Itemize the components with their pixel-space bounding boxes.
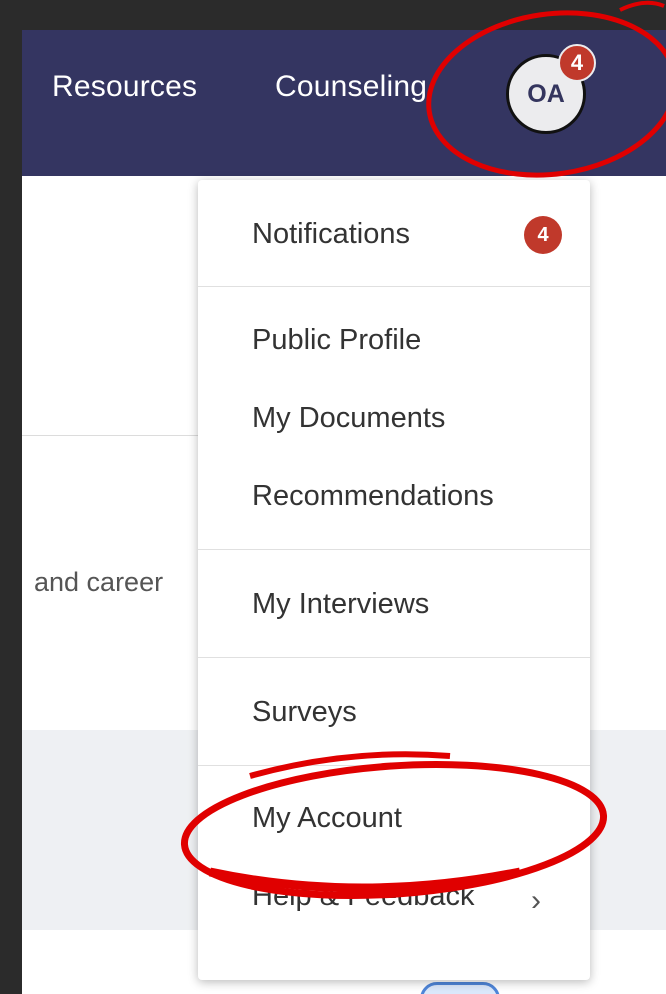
notifications-count-badge: 4: [524, 216, 562, 254]
menu-divider: [198, 765, 590, 766]
menu-divider: [198, 286, 590, 287]
avatar-initials: OA: [527, 79, 565, 108]
menu-item-recommendations[interactable]: Recommendations: [252, 480, 494, 513]
app-frame: Resources Counseling OA 4 and career Not…: [22, 30, 666, 994]
nav-link-counseling[interactable]: Counseling: [275, 70, 427, 104]
background-content-text: and career: [34, 567, 164, 597]
notification-count-badge: 4: [558, 44, 596, 82]
menu-divider: [198, 657, 590, 658]
account-dropdown-menu: Notifications 4 Public Profile My Docume…: [198, 180, 590, 980]
menu-item-my-account[interactable]: My Account: [252, 802, 402, 835]
annotation-stroke-tail: [619, 0, 665, 12]
menu-item-my-interviews[interactable]: My Interviews: [252, 588, 429, 621]
menu-item-public-profile[interactable]: Public Profile: [252, 324, 421, 357]
menu-item-my-documents[interactable]: My Documents: [252, 402, 445, 435]
content-divider: [22, 435, 202, 436]
toggle-icon[interactable]: [420, 982, 500, 994]
nav-link-resources[interactable]: Resources: [52, 70, 197, 104]
menu-item-surveys[interactable]: Surveys: [252, 696, 357, 729]
menu-divider: [198, 549, 590, 550]
top-navigation-bar: Resources Counseling OA 4: [22, 30, 666, 176]
menu-item-notifications[interactable]: Notifications: [252, 218, 410, 251]
chevron-right-icon: ›: [531, 884, 541, 917]
menu-item-help-feedback[interactable]: Help & Feedback: [252, 880, 474, 913]
